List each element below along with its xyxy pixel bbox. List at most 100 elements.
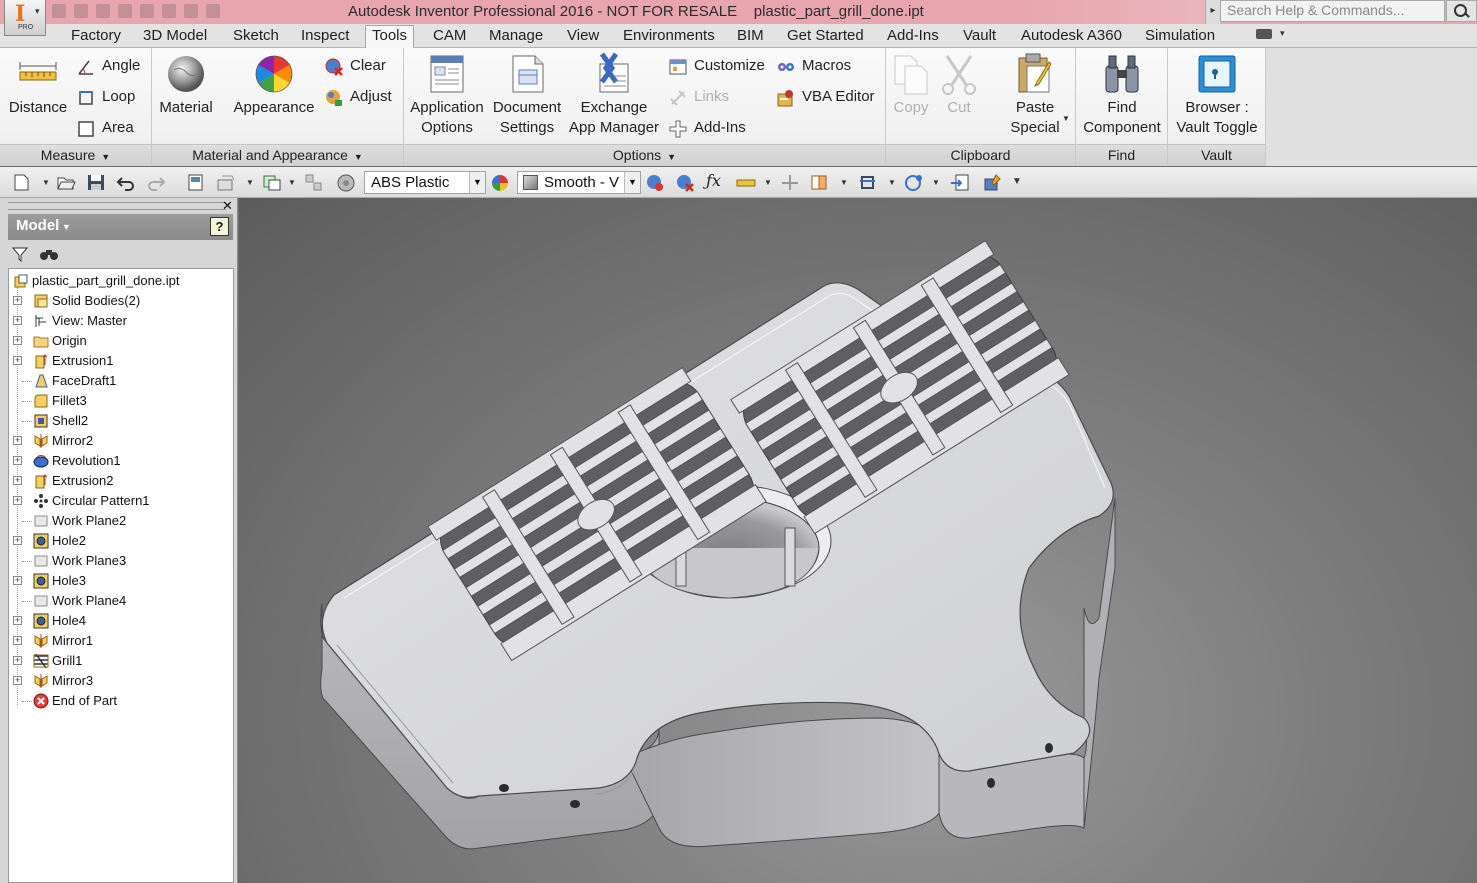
chevron-down-icon[interactable]: ▼ [469, 172, 485, 193]
tab-environments[interactable]: Environments [617, 26, 721, 48]
distance-button[interactable]: Distance [6, 52, 70, 118]
tab-tools[interactable]: Tools [365, 25, 415, 49]
search-help-input[interactable]: Search Help & Commands... [1220, 0, 1445, 22]
expand-plus-icon[interactable]: + [13, 436, 22, 445]
find-component-button[interactable]: Find Component [1078, 52, 1166, 138]
macros-button[interactable]: Macros [776, 56, 851, 78]
part-model-view[interactable] [239, 198, 1477, 883]
material-combo[interactable]: ABS Plastic ▼ [364, 171, 486, 194]
tab-bim[interactable]: BIM [731, 26, 770, 48]
browser-grip[interactable] [8, 202, 226, 210]
options-panel-title[interactable]: Options ▼ [404, 144, 885, 166]
help-icon[interactable]: ? [210, 217, 229, 236]
measure-panel-title[interactable]: Measure ▼ [0, 144, 151, 166]
expand-plus-icon[interactable]: + [13, 536, 22, 545]
app-menu-button[interactable]: I ▾ PRO [4, 0, 46, 36]
expand-plus-icon[interactable]: + [13, 676, 22, 685]
tab-add-ins[interactable]: Add-Ins [881, 26, 945, 48]
loop-button[interactable]: Loop [76, 87, 135, 109]
graphics-viewport[interactable] [239, 198, 1477, 883]
copy-button[interactable]: Copy [888, 52, 934, 118]
chevron-down-icon[interactable]: ▼ [42, 178, 50, 187]
update-icon[interactable] [216, 173, 236, 192]
close-icon[interactable]: ✕ [222, 198, 233, 214]
links-button[interactable]: Links [668, 87, 729, 109]
adjust-appearance-button[interactable]: Adjust [324, 87, 392, 109]
parameters-fx-icon[interactable]: ƒx [706, 171, 726, 190]
angle-button[interactable]: Angle [76, 56, 140, 78]
appearance-combo[interactable]: Smooth - V ▼ [517, 171, 641, 194]
components-icon[interactable] [304, 173, 324, 192]
material-browser-icon[interactable] [336, 173, 356, 192]
chevron-down-icon[interactable]: ▼ [888, 178, 896, 187]
ucs-icon[interactable] [780, 173, 800, 192]
ribbon-display-toggle-icon[interactable] [1256, 29, 1272, 39]
new-file-icon[interactable] [12, 173, 32, 192]
tab-factory[interactable]: Factory [65, 26, 127, 48]
tab-cam[interactable]: CAM [427, 26, 472, 48]
tab-sketch[interactable]: Sketch [227, 26, 285, 48]
chevron-down-icon[interactable]: ▼ [246, 178, 254, 187]
material-button[interactable]: Material [154, 52, 218, 118]
expand-plus-icon[interactable]: + [13, 636, 22, 645]
expand-plus-icon[interactable]: + [13, 656, 22, 665]
document-settings-button[interactable]: Document Settings [490, 52, 564, 138]
appearance-ball-icon[interactable] [490, 173, 510, 192]
import-icon[interactable] [950, 173, 970, 192]
tab-autodesk-a360[interactable]: Autodesk A360 [1015, 26, 1128, 48]
expand-plus-icon[interactable]: + [13, 296, 22, 305]
application-options-button[interactable]: Application Options [406, 52, 488, 138]
expand-plus-icon[interactable]: + [13, 456, 22, 465]
clear-appearance-toolbar-icon[interactable] [675, 173, 695, 192]
tab-inspect[interactable]: Inspect [295, 26, 355, 48]
search-expand-arrow-icon[interactable]: ▸ [1205, 0, 1220, 24]
customize-button[interactable]: Customize [668, 56, 765, 78]
toolbar-overflow-icon[interactable]: ▼ [1012, 176, 1022, 187]
customize-toolbar-icon[interactable] [982, 173, 1002, 192]
chevron-down-icon[interactable]: ▼ [840, 178, 848, 187]
area-button[interactable]: Area [76, 118, 134, 140]
expand-plus-icon[interactable]: + [13, 496, 22, 505]
tab-get-started[interactable]: Get Started [781, 26, 870, 48]
browser-vault-toggle-button[interactable]: Browser : Vault Toggle [1170, 52, 1264, 138]
expand-plus-icon[interactable]: + [13, 476, 22, 485]
expand-plus-icon[interactable]: + [13, 576, 22, 585]
expand-plus-icon[interactable]: + [13, 616, 22, 625]
expand-plus-icon[interactable]: + [13, 336, 22, 345]
exchange-app-manager-button[interactable]: Exchange App Manager [566, 52, 662, 138]
measure-toolbar-icon[interactable] [736, 173, 756, 192]
undo-icon[interactable] [116, 173, 136, 192]
redo-icon[interactable] [146, 173, 166, 192]
appearance-button[interactable]: Appearance [230, 52, 318, 118]
expand-plus-icon[interactable]: + [13, 356, 22, 365]
chevron-down-icon[interactable]: ▼ [288, 178, 296, 187]
open-folder-icon[interactable] [56, 173, 76, 192]
chevron-down-icon[interactable]: ▼ [764, 178, 772, 187]
tab-vault[interactable]: Vault [957, 26, 1002, 48]
orbit-icon[interactable] [904, 173, 924, 192]
tab-simulation[interactable]: Simulation [1139, 26, 1221, 48]
section-view-icon[interactable] [858, 173, 878, 192]
chevron-down-icon[interactable]: ▼ [624, 172, 640, 193]
select-icon[interactable] [262, 173, 282, 192]
view-face-icon[interactable] [810, 173, 830, 192]
expand-plus-icon[interactable]: + [13, 316, 22, 325]
chevron-down-icon[interactable]: ▾ [1280, 28, 1285, 39]
material-appearance-panel-title[interactable]: Material and Appearance ▼ [152, 144, 403, 166]
vba-editor-button[interactable]: VBA Editor [776, 87, 875, 109]
clear-appearance-button[interactable]: Clear [324, 56, 386, 78]
tab-manage[interactable]: Manage [483, 26, 549, 48]
tab-3d-model[interactable]: 3D Model [137, 26, 213, 48]
add-ins-button[interactable]: Add-Ins [668, 118, 746, 140]
tab-view[interactable]: View [561, 26, 605, 48]
chevron-down-icon[interactable]: ▼ [932, 178, 940, 187]
find-binoculars-icon[interactable] [40, 246, 58, 262]
paste-special-dropdown-icon[interactable]: ▼ [1062, 114, 1070, 123]
save-icon[interactable] [86, 173, 106, 192]
cut-button[interactable]: Cut [936, 52, 982, 118]
return-icon[interactable] [186, 173, 206, 192]
filter-icon[interactable] [12, 246, 28, 262]
search-icon[interactable] [1446, 0, 1477, 22]
browser-header[interactable]: Model ▼ [8, 214, 233, 240]
adjust-appearance-toolbar-icon[interactable] [645, 173, 665, 192]
